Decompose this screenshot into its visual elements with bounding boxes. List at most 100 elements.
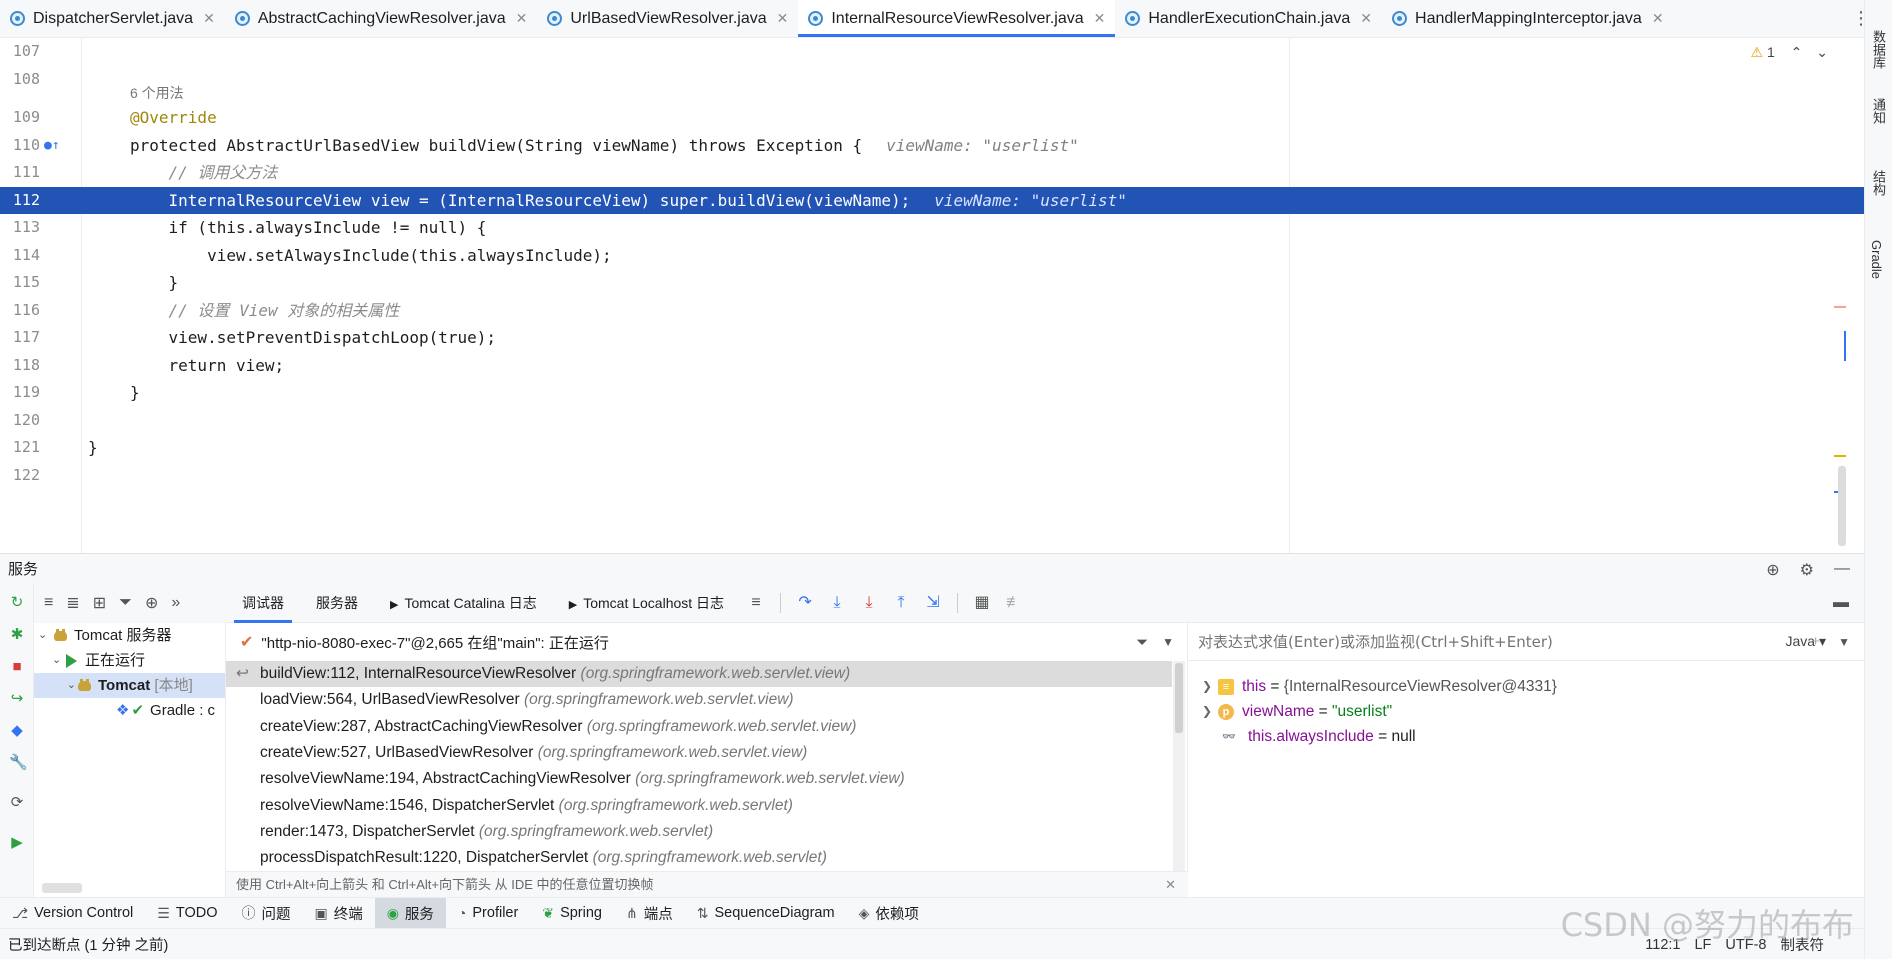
close-icon[interactable]: ✕	[1094, 10, 1106, 27]
tree-node-tomcat-server[interactable]: ⌄ Tomcat 服务器	[38, 623, 172, 648]
tool-dependencies[interactable]: ◈ 依赖项	[847, 898, 931, 929]
chevron-right-icon[interactable]: ❯	[1196, 699, 1218, 724]
step-into-icon[interactable]: ⤓	[828, 594, 846, 612]
frame-item[interactable]: createView:287, AbstractCachingViewResol…	[226, 714, 1172, 740]
branch-icon: ⎇	[12, 904, 29, 921]
frame-item[interactable]: resolveViewName:194, AbstractCachingView…	[226, 766, 1172, 792]
tab-debugger[interactable]: 调试器	[226, 583, 300, 623]
minimize-icon[interactable]: —	[1834, 560, 1850, 580]
filter-icon[interactable]: ⏷	[119, 594, 132, 612]
code-editor[interactable]: ⚠ 1 ⌃ ⌄ 107 108 6 个用法 109 @Override 110 ●↑…	[0, 38, 1864, 553]
tool-gradle[interactable]: Gradle	[1869, 240, 1884, 279]
frame-item[interactable]: render:1473, DispatcherServlet (org.spri…	[226, 819, 1172, 845]
tab-dispatcherservlet[interactable]: DispatcherServlet.java ✕	[0, 0, 225, 37]
tool-sequence-diagram[interactable]: ⇅ SequenceDiagram	[685, 898, 847, 929]
force-step-into-icon[interactable]: ⤓	[860, 594, 878, 612]
code-text: }	[130, 383, 140, 402]
close-icon[interactable]: ✕	[777, 10, 789, 27]
close-icon[interactable]: ✕	[1165, 872, 1176, 898]
tool-database[interactable]: 数据库	[1869, 30, 1888, 69]
tool-version-control[interactable]: ⎇ Version Control	[0, 898, 145, 929]
tool-spring[interactable]: ❦ Spring	[530, 898, 614, 929]
layout-icon[interactable]: ▬	[1832, 594, 1850, 612]
override-marker-icon[interactable]: ●↑	[44, 132, 60, 160]
frame-item[interactable]: resolveViewName:1546, DispatcherServlet …	[226, 793, 1172, 819]
tool-notifications[interactable]: 通知	[1869, 98, 1888, 124]
tab-urlbasedviewresolver[interactable]: UrlBasedViewResolver.java ✕	[537, 0, 798, 37]
frames-scrollbar[interactable]	[1173, 661, 1185, 871]
refresh-icon[interactable]: ⟳	[9, 795, 25, 811]
tree-node-gradle[interactable]: ❖ ✔ Gradle : c	[116, 698, 215, 723]
crosshair-icon[interactable]: ⊕	[1766, 560, 1779, 580]
variable-row[interactable]: ❯ ≡ this = {InternalResourceViewResolver@4…	[1188, 674, 1557, 699]
trace-icon[interactable]: ≢	[1005, 594, 1023, 612]
line-number: 107	[12, 42, 40, 60]
tab-handlerexecutionchain[interactable]: HandlerExecutionChain.java ✕	[1115, 0, 1382, 37]
frame-item[interactable]: ↩ buildView:112, InternalResourceViewReso…	[226, 661, 1172, 688]
tool-todo[interactable]: ☰ TODO	[145, 898, 229, 929]
gear-icon[interactable]: ⚙	[1800, 560, 1814, 580]
code-line: 113 if (this.alwaysInclude != null) {	[0, 214, 1864, 242]
chevron-down-icon[interactable]: ▼	[1162, 635, 1174, 649]
add-service-icon[interactable]: ⊕	[145, 593, 158, 613]
wrench-icon[interactable]: 🔧	[9, 755, 28, 771]
expand-all-icon[interactable]: ≡	[44, 594, 53, 612]
add-watch-icon[interactable]: +	[1811, 633, 1820, 650]
variable-row[interactable]: ❯ p viewName = "userlist"	[1188, 699, 1392, 724]
frame-item[interactable]: loadView:564, UrlBasedViewResolver (org.…	[226, 687, 1172, 713]
tool-structure[interactable]: 结构	[1869, 170, 1888, 196]
tree-node-running[interactable]: ⌄ 正在运行	[52, 648, 145, 673]
collapse-all-icon[interactable]: ≣	[66, 593, 79, 613]
tool-problems[interactable]: ⓘ 问题	[229, 898, 302, 929]
deploy-icon[interactable]: ◆	[9, 723, 25, 739]
tree-scrollbar[interactable]	[42, 883, 82, 893]
tool-terminal[interactable]: ▣ 终端	[302, 898, 374, 929]
frame-package: (org.springframework.web.servlet.view)	[523, 691, 794, 709]
evaluate-expression-input[interactable]	[1198, 632, 1738, 651]
more-icon[interactable]: »	[171, 594, 180, 612]
chevron-right-icon[interactable]: ❯	[1196, 674, 1218, 699]
resume-icon[interactable]: ▶	[9, 835, 25, 851]
close-icon[interactable]: ✕	[1652, 10, 1664, 27]
close-icon[interactable]: ✕	[516, 10, 528, 27]
tab-server[interactable]: 服务器	[300, 583, 374, 623]
chevron-down-icon[interactable]: ⌄	[34, 673, 76, 698]
tool-profiler[interactable]: ◔ Profiler	[446, 898, 530, 929]
step-over-icon[interactable]: ↷	[796, 594, 814, 612]
chevron-down-icon[interactable]: ⌄	[52, 648, 66, 673]
rerun-icon[interactable]: ↻	[9, 595, 25, 611]
tree-node-tomcat[interactable]: ⌄ Tomcat [本地]	[34, 673, 225, 698]
frames-hint-bar: 使用 Ctrl+Alt+向上箭头 和 Ctrl+Alt+向下箭头 从 IDE 中…	[226, 871, 1188, 897]
tab-internalresourceviewresolver[interactable]: InternalResourceViewResolver.java ✕	[798, 0, 1116, 37]
chevron-down-icon[interactable]: ▼	[1838, 635, 1850, 649]
editor-scrollbar[interactable]	[1834, 46, 1846, 546]
tab-catalina-log[interactable]: ▶ Tomcat Catalina 日志	[374, 583, 553, 623]
run-to-cursor-icon[interactable]: ⇲	[924, 594, 942, 612]
tab-abstractcachingviewresolver[interactable]: AbstractCachingViewResolver.java ✕	[225, 0, 538, 37]
frame-item[interactable]: processDispatchResult:1220, DispatcherSe…	[226, 845, 1172, 871]
filter-icon[interactable]: ⏷	[1136, 634, 1148, 651]
group-icon[interactable]: ⊞	[93, 593, 106, 613]
line-number: 121	[12, 438, 40, 456]
menu-icon[interactable]: ≡	[747, 594, 765, 612]
code-line: 117 view.setPreventDispatchLoop(true);	[0, 324, 1864, 352]
frame-item[interactable]: createView:527, UrlBasedViewResolver (or…	[226, 740, 1172, 766]
step-icon[interactable]: ↪	[9, 691, 25, 707]
tab-label: Tomcat Catalina 日志	[404, 594, 537, 611]
close-icon[interactable]: ✕	[1360, 10, 1372, 27]
frame-package: (org.springframework.web.servlet)	[558, 796, 793, 814]
close-icon[interactable]: ✕	[203, 10, 215, 27]
status-message[interactable]: 已到达断点 (1 分钟 之前)	[8, 934, 168, 955]
thread-selector[interactable]: ✔ "http-nio-8080-exec-7"@2,665 在组"main":…	[226, 623, 1188, 661]
debug-icon[interactable]: ✱	[9, 627, 25, 643]
tab-localhost-log[interactable]: ▶ Tomcat Localhost 日志	[553, 583, 740, 623]
tool-services[interactable]: ◉ 服务	[374, 897, 446, 929]
tool-endpoints[interactable]: ⋔ 端点	[614, 898, 685, 929]
evaluate-icon[interactable]: ▦	[973, 594, 991, 612]
chevron-down-icon[interactable]: ⌄	[38, 623, 52, 648]
usages-hint[interactable]: 6 个用法	[130, 82, 184, 104]
tab-handlermappinginterceptor[interactable]: HandlerMappingInterceptor.java ✕	[1382, 0, 1674, 37]
step-out-icon[interactable]: ⤒	[892, 594, 910, 612]
stop-icon[interactable]: ■	[9, 659, 25, 675]
variable-row[interactable]: 👓 this.alwaysInclude = null	[1188, 724, 1415, 749]
